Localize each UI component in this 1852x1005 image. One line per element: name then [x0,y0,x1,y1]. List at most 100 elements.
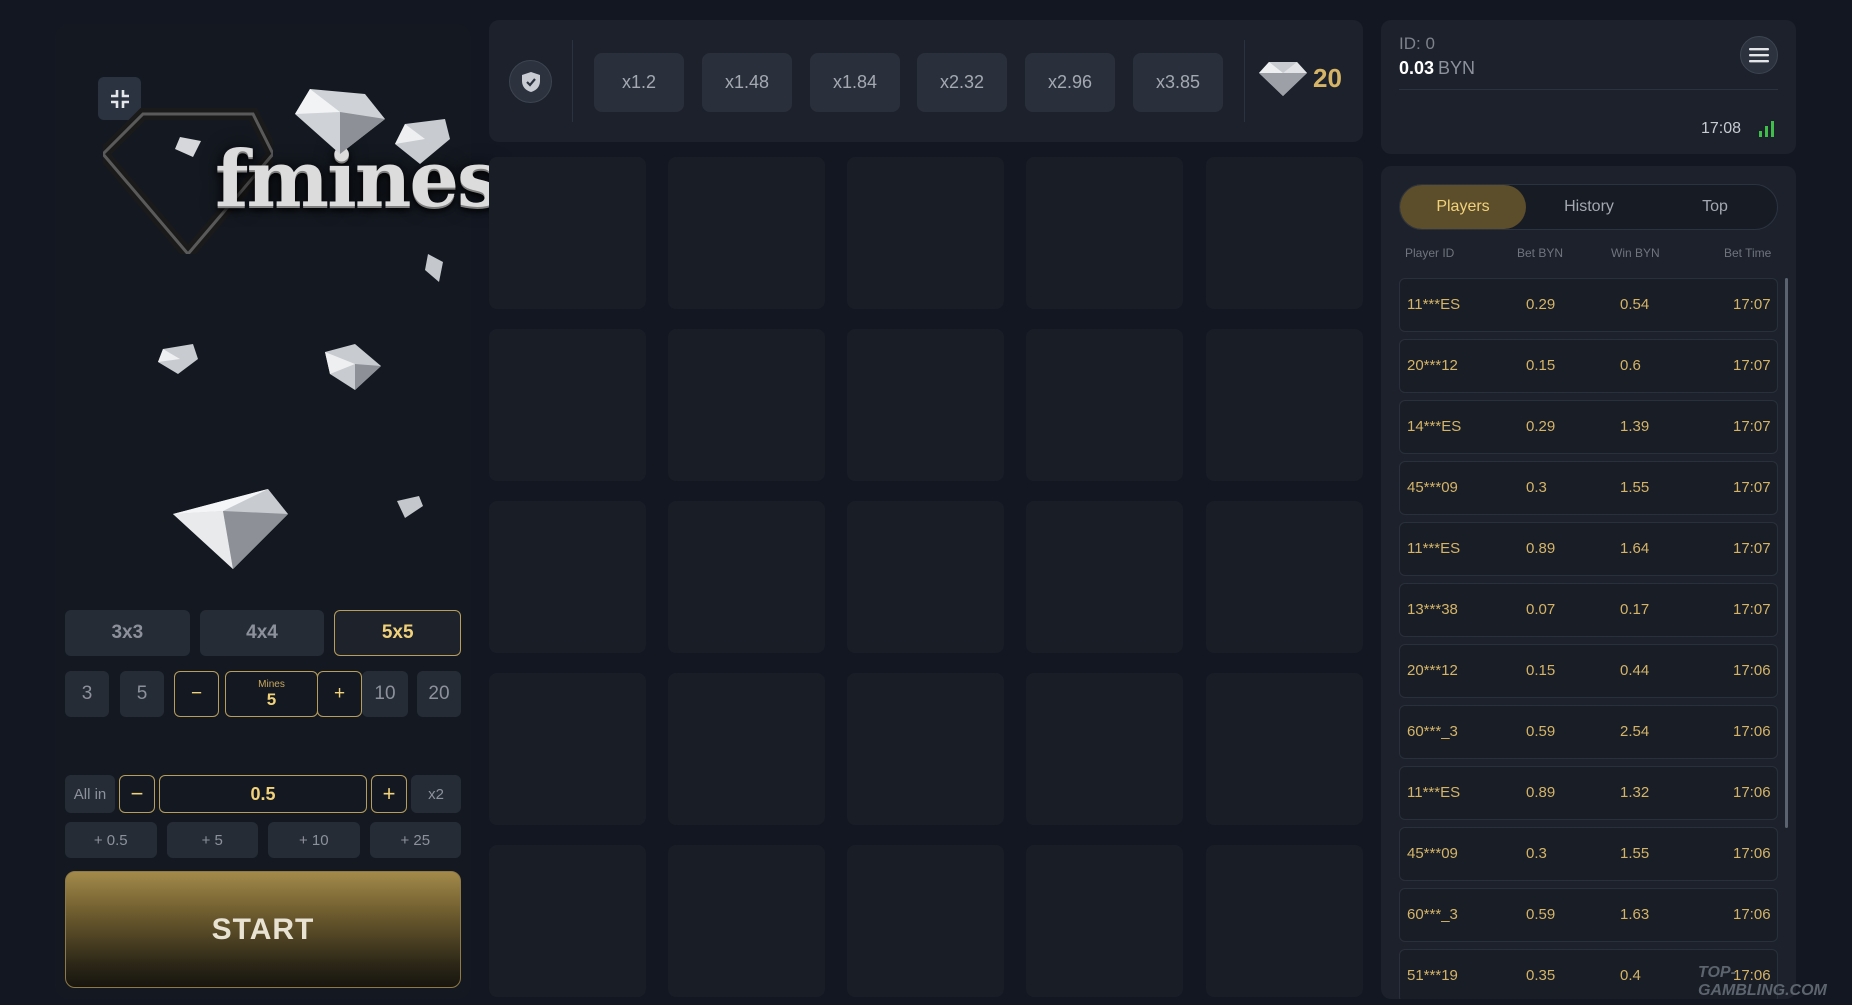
add-10-button[interactable]: + 10 [268,822,360,858]
grid-tile[interactable] [489,501,646,653]
bet-quick-add: + 0.5 + 5 + 10 + 25 [65,822,461,858]
table-row: 20***12 0.15 0.6 17:07 [1399,339,1778,393]
mines-preset-20-button[interactable]: 20 [417,671,461,717]
cell-id: 11***ES [1407,296,1461,313]
grid-4x4-button[interactable]: 4x4 [199,610,325,656]
grid-tile[interactable] [1206,157,1363,309]
grid-tile[interactable] [1206,673,1363,825]
scrollbar[interactable] [1785,278,1788,828]
grid-tile[interactable] [1026,329,1183,481]
cell-id: 60***_3 [1407,723,1458,740]
grid-size-selector: 3x3 4x4 5x5 [65,610,462,656]
multiplier-chip: x1.48 [702,53,792,112]
table-row: 11***ES 0.89 1.32 17:06 [1399,766,1778,820]
grid-tile[interactable] [489,673,646,825]
bet-double-button[interactable]: x2 [411,775,461,813]
table-row: 45***09 0.3 1.55 17:07 [1399,461,1778,515]
mines-preset-10-button[interactable]: 10 [362,671,408,717]
column-header-player: Player ID [1405,246,1455,260]
cell-win: 0.6 [1620,357,1641,374]
all-in-button[interactable]: All in [65,775,115,813]
user-id: ID: 0 [1399,34,1435,53]
divider [1244,40,1245,122]
balance-currency: BYN [1438,58,1476,78]
grid-tile[interactable] [1206,501,1363,653]
grid-tile[interactable] [1026,157,1183,309]
menu-button[interactable] [1740,36,1778,74]
grid-tile[interactable] [1026,673,1183,825]
cell-win: 1.32 [1620,784,1650,801]
start-button[interactable]: START [65,871,461,988]
grid-tile[interactable] [489,329,646,481]
tab-history[interactable]: History [1526,185,1652,229]
grid-tile[interactable] [668,845,825,997]
add-0.5-button[interactable]: + 0.5 [65,822,157,858]
mines-selector: 3 5 − Mines 5 + 10 20 [65,671,461,717]
cell-id: 51***19 [1407,967,1458,984]
cell-win: 1.55 [1620,845,1650,862]
grid-tile[interactable] [1206,845,1363,997]
multiplier-chip: x1.84 [810,53,900,112]
grid-3x3-button[interactable]: 3x3 [65,610,190,656]
multiplier-bar: x1.2 x1.48 x1.84 x2.32 x2.96 x3.85 20 [489,20,1363,142]
diamond-icon [395,119,450,164]
grid-tile[interactable] [668,673,825,825]
mines-preset-3-button[interactable]: 3 [65,671,109,717]
account-panel: ID: 0 0.03 BYN 17:08 [1381,20,1796,154]
multiplier-chip: x3.85 [1133,53,1223,112]
diamond-icon [158,344,198,374]
grid-tile[interactable] [668,329,825,481]
tab-players[interactable]: Players [1400,185,1526,229]
clock: 17:08 [1701,120,1742,137]
multiplier-chip: x2.96 [1025,53,1115,112]
mines-preset-5-button[interactable]: 5 [120,671,164,717]
mines-decrease-button[interactable]: − [174,671,219,717]
table-row: 11***ES 0.29 0.54 17:07 [1399,278,1778,332]
bet-controls: All in − 0.5 + x2 [65,775,461,813]
cell-bet: 0.3 [1526,845,1547,862]
table-row: 60***_3 0.59 1.63 17:06 [1399,888,1778,942]
grid-tile[interactable] [847,845,1004,997]
grid-tile[interactable] [1026,845,1183,997]
divider [1399,89,1778,90]
balance-value: 0.03 [1399,58,1435,78]
cell-win: 0.54 [1620,296,1650,313]
grid-tile[interactable] [847,157,1004,309]
column-header-time: Bet Time [1724,246,1772,260]
bet-decrease-button[interactable]: − [119,775,155,813]
cell-win: 0.17 [1620,601,1650,618]
cell-id: 20***12 [1407,662,1458,679]
diamond-icon [325,344,381,390]
mines-count-field[interactable]: Mines 5 [225,671,318,717]
diamond-icon [295,89,385,154]
bet-increase-button[interactable]: + [371,775,407,813]
bet-amount-input[interactable]: 0.5 [159,775,367,813]
grid-tile[interactable] [1026,501,1183,653]
cell-bet: 0.07 [1526,601,1556,618]
cell-id: 11***ES [1407,784,1461,801]
table-row: 60***_3 0.59 2.54 17:06 [1399,705,1778,759]
diamond-icon [425,254,443,282]
cell-time: 17:06 [1733,784,1771,801]
add-25-button[interactable]: + 25 [369,822,461,858]
grid-tile[interactable] [847,329,1004,481]
grid-tile[interactable] [1206,329,1363,481]
grid-tile[interactable] [668,157,825,309]
bets-panel: Players History Top Player ID Bet BYN Wi… [1381,166,1796,999]
grid-tile[interactable] [489,157,646,309]
grid-5x5-button[interactable]: 5x5 [334,610,462,656]
grid-tile[interactable] [847,501,1004,653]
grid-tile[interactable] [668,501,825,653]
grid-tile[interactable] [489,845,646,997]
mines-increase-button[interactable]: + [317,671,362,717]
cell-time: 17:06 [1733,906,1771,923]
grid-tile[interactable] [847,673,1004,825]
cell-time: 17:07 [1733,601,1771,618]
column-header-bet: Bet BYN [1517,246,1564,260]
add-5-button[interactable]: + 5 [166,822,258,858]
cell-time: 17:07 [1733,357,1771,374]
cell-bet: 0.89 [1526,784,1556,801]
provably-fair-button[interactable] [509,60,552,103]
cell-id: 20***12 [1407,357,1458,374]
tab-top[interactable]: Top [1652,185,1778,229]
